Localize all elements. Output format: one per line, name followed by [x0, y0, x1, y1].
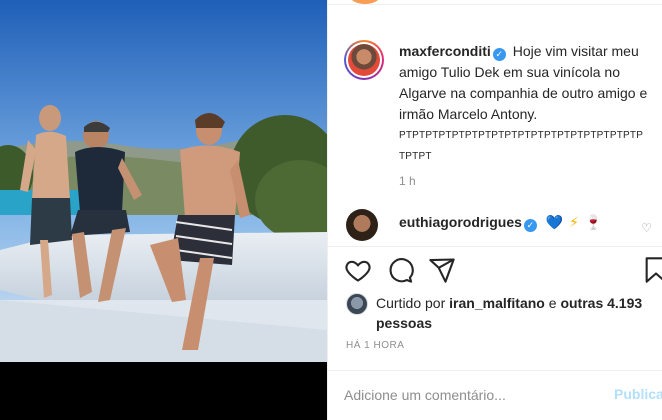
wine-emoji: 🍷 — [584, 214, 603, 230]
caption-timestamp[interactable]: 1 h — [399, 174, 416, 188]
commenter-avatar[interactable] — [346, 209, 378, 241]
likes-connector: e — [548, 295, 557, 311]
verified-badge-icon: ✓ — [492, 48, 506, 61]
post-photo[interactable] — [0, 0, 327, 362]
heart-icon[interactable] — [344, 256, 372, 284]
publish-button[interactable]: Publica — [614, 386, 662, 402]
divider — [328, 246, 662, 247]
blue-heart-emoji: 💙 — [545, 214, 564, 230]
comment-like-heart-icon[interactable]: ♡ — [641, 221, 652, 235]
post-date[interactable]: HÁ 1 HORA — [346, 340, 404, 351]
comment-icon[interactable] — [386, 256, 414, 284]
divider — [328, 370, 662, 371]
post-details-panel: maxferconditi ✓ Hoje vim visitar meu amig… — [327, 0, 662, 420]
comment-text: 💙 ⚡ 🍷 — [544, 214, 603, 230]
commenter-username[interactable]: euthiagorodrigues — [399, 214, 522, 230]
verified-badge-icon: ✓ — [523, 219, 537, 232]
caption-tail: PTPTPTPTPTPTPTPTPTPTPTPTPTPTPTPTPTPTPTPT… — [399, 130, 644, 162]
comment-row: euthiagorodrigues ✓ 💙 ⚡ 🍷 — [399, 213, 602, 232]
author-avatar[interactable] — [344, 40, 384, 80]
post-caption: maxferconditi ✓ Hoje vim visitar meu amig… — [399, 41, 649, 167]
share-icon[interactable] — [428, 256, 456, 284]
divider — [328, 4, 662, 5]
lightning-emoji: ⚡ — [569, 214, 579, 230]
liker-avatar[interactable] — [346, 293, 368, 315]
post-media[interactable] — [0, 0, 327, 420]
comment-input[interactable] — [344, 384, 594, 406]
likes-prefix: Curtido por — [376, 295, 446, 311]
bookmark-icon[interactable] — [642, 256, 662, 284]
likes-summary: Curtido por iran_malfitano e outras 4.19… — [376, 293, 646, 333]
liker-username[interactable]: iran_malfitano — [449, 295, 545, 311]
author-username[interactable]: maxferconditi — [399, 43, 491, 59]
